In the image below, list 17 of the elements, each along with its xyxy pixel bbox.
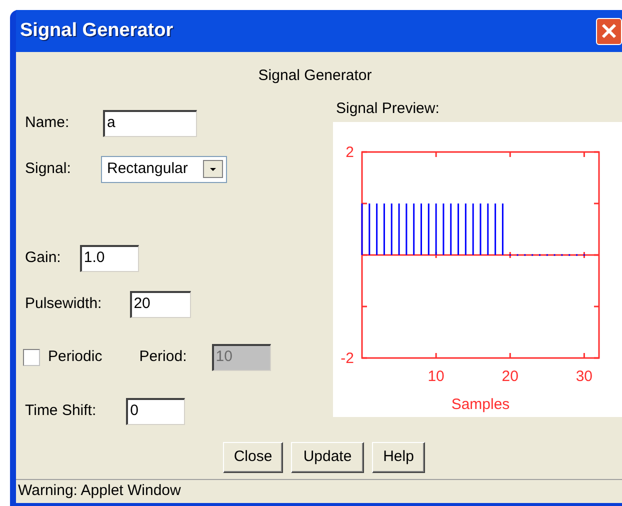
x-axis-label: Samples xyxy=(451,396,510,413)
field-label: Signal: xyxy=(25,158,72,179)
field-label: Name: xyxy=(25,112,70,133)
y-tick-label: 2 xyxy=(346,144,354,161)
dialog-heading: Signal Generator xyxy=(258,66,372,86)
y-tick-label: -2 xyxy=(340,350,354,367)
field-label: Time Shift: xyxy=(25,400,96,421)
x-tick-label: 10 xyxy=(428,368,444,385)
status-bar-text: Warning: Applet Window xyxy=(18,481,181,502)
x-tick-label: 30 xyxy=(576,368,593,385)
field-label: Pulsewidth: xyxy=(25,294,102,314)
checkbox-label: Periodic xyxy=(48,346,102,367)
field-label: Gain: xyxy=(25,248,61,268)
preview-label: Signal Preview: xyxy=(336,98,440,118)
window-title: Signal Generator xyxy=(19,18,174,43)
x-tick-label: 20 xyxy=(502,368,518,385)
field-label: Period: xyxy=(139,346,187,367)
